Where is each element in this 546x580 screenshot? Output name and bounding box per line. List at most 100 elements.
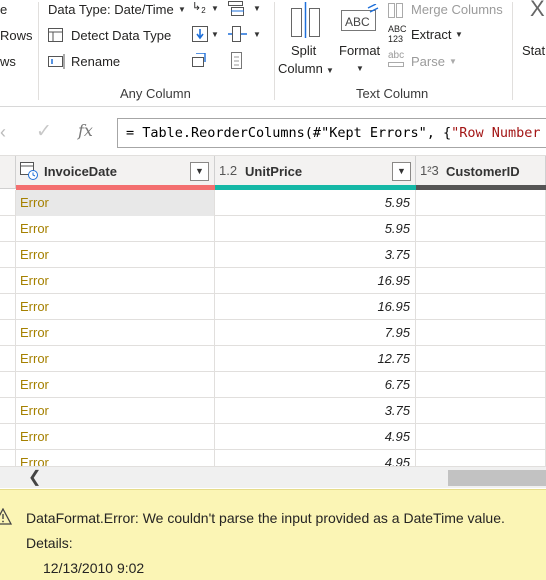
table-row[interactable]: Error 4.95 xyxy=(0,424,546,450)
invoicedate-cell[interactable]: Error xyxy=(16,450,215,466)
formula-bar-edge-icon: ‹ xyxy=(0,122,6,142)
customerid-cell[interactable] xyxy=(416,242,546,268)
invoicedate-cell[interactable]: Error xyxy=(16,294,215,320)
row-index-cell[interactable] xyxy=(0,398,16,424)
rename-label: Rename xyxy=(71,54,121,69)
invoicedate-cell[interactable]: Error xyxy=(16,372,215,398)
horizontal-scrollbar[interactable]: ❮ xyxy=(0,466,546,488)
unitprice-cell[interactable]: 6.75 xyxy=(215,372,416,398)
customerid-cell[interactable] xyxy=(416,294,546,320)
rename-button[interactable]: Rename xyxy=(48,53,148,71)
invoicedate-cell[interactable]: Error xyxy=(16,346,215,372)
column-filter-button[interactable]: ▼ xyxy=(190,162,209,181)
merge-columns-button[interactable]: Merge Columns xyxy=(388,2,508,20)
warning-icon xyxy=(0,508,12,525)
formula-input[interactable]: = Table.ReorderColumns(#"Kept Errors", {… xyxy=(117,118,546,148)
merge-columns-icon xyxy=(388,3,403,18)
chevron-down-icon: ▼ xyxy=(253,30,261,39)
confirm-icon[interactable]: ✓ xyxy=(36,120,52,143)
chevron-down-icon: ▼ xyxy=(449,57,457,66)
data-type-button[interactable]: Data Type: Date/Time ▼ xyxy=(48,2,188,20)
customerid-cell[interactable] xyxy=(416,450,546,466)
fx-icon[interactable]: fx xyxy=(78,121,93,140)
row-index-cell[interactable] xyxy=(0,424,16,450)
unitprice-cell[interactable]: 3.75 xyxy=(215,398,416,424)
pivot-column-button[interactable] xyxy=(192,51,214,71)
unitprice-cell[interactable]: 5.95 xyxy=(215,190,416,216)
table-row[interactable]: Error 16.95 xyxy=(0,268,546,294)
invoicedate-cell[interactable]: Error xyxy=(16,424,215,450)
customerid-cell[interactable] xyxy=(416,346,546,372)
table-row[interactable]: Error 3.75 xyxy=(0,242,546,268)
row-index-cell[interactable] xyxy=(0,268,16,294)
invoicedate-cell[interactable]: Error xyxy=(16,320,215,346)
parse-button[interactable]: abc Parse ▼ xyxy=(388,51,468,72)
customerid-cell[interactable] xyxy=(416,320,546,346)
formula-text: = Table.ReorderColumns(#"Kept Errors", { xyxy=(126,125,452,141)
unitprice-cell[interactable]: 5.95 xyxy=(215,216,416,242)
format-button[interactable]: ABC Format ▼ xyxy=(336,2,384,80)
row-index-cell[interactable] xyxy=(0,294,16,320)
customerid-cell[interactable] xyxy=(416,372,546,398)
ribbon-partial-label-1[interactable]: e xyxy=(0,2,7,17)
format-icon-text: ABC xyxy=(345,15,370,29)
unitprice-cell[interactable]: 4.95 xyxy=(215,424,416,450)
invoicedate-cell[interactable]: Error xyxy=(16,190,215,216)
data-type-label: Data Type: Date/Time xyxy=(48,2,174,17)
invoicedate-cell[interactable]: Error xyxy=(16,398,215,424)
scroll-left-icon[interactable]: ❮ xyxy=(28,467,50,489)
pivot-column-icon xyxy=(192,53,206,67)
row-index-cell[interactable] xyxy=(0,320,16,346)
table-row[interactable]: Error 3.75 xyxy=(0,398,546,424)
row-index-cell[interactable] xyxy=(0,242,16,268)
table-row[interactable]: Error 5.95 xyxy=(0,190,546,216)
row-index-cell[interactable] xyxy=(0,190,16,216)
row-index-cell[interactable] xyxy=(0,216,16,242)
extract-button[interactable]: ABC 123 Extract ▼ xyxy=(388,24,468,47)
statistics-button[interactable]: X Stati xyxy=(520,0,546,70)
row-header-corner[interactable] xyxy=(0,156,16,189)
convert-to-list-button[interactable] xyxy=(231,51,247,71)
invoicedate-cell[interactable]: Error xyxy=(16,242,215,268)
table-row[interactable]: Error 4.95 xyxy=(0,450,546,466)
unitprice-cell[interactable]: 12.75 xyxy=(215,346,416,372)
fill-button[interactable]: ▼ xyxy=(192,25,220,45)
ribbon-partial-label-2[interactable]: Rows xyxy=(0,28,33,43)
unitprice-cell[interactable]: 16.95 xyxy=(215,294,416,320)
split-column-label-2: Column xyxy=(278,61,323,76)
table-row[interactable]: Error 12.75 xyxy=(0,346,546,372)
scrollbar-thumb[interactable] xyxy=(448,470,546,486)
column-header-label: CustomerID xyxy=(446,164,520,179)
customerid-cell[interactable] xyxy=(416,398,546,424)
detect-data-type-button[interactable]: Detect Data Type xyxy=(48,27,188,45)
customerid-cell[interactable] xyxy=(416,424,546,450)
row-index-cell[interactable] xyxy=(0,372,16,398)
invoicedate-cell[interactable]: Error xyxy=(16,268,215,294)
move-button[interactable]: ▼ xyxy=(228,25,262,45)
table-row[interactable]: Error 6.75 xyxy=(0,372,546,398)
unitprice-cell[interactable]: 3.75 xyxy=(215,242,416,268)
group-by-button[interactable]: ▼ xyxy=(228,0,262,20)
customerid-cell[interactable] xyxy=(416,216,546,242)
extract-icon-line2: 123 xyxy=(388,34,404,44)
ribbon-partial-label-3[interactable]: ws xyxy=(0,54,16,69)
row-index-cell[interactable] xyxy=(0,346,16,372)
error-message: DataFormat.Error: We couldn't parse the … xyxy=(26,510,505,526)
unitprice-cell[interactable]: 4.95 xyxy=(215,450,416,466)
split-column-button[interactable]: Split Column ▼ xyxy=(278,2,334,80)
fill-down-icon xyxy=(192,26,208,42)
group-by-icon xyxy=(228,1,244,16)
column-filter-button[interactable]: ▼ xyxy=(392,162,411,181)
table-row[interactable]: Error 16.95 xyxy=(0,294,546,320)
table-row[interactable]: Error 7.95 xyxy=(0,320,546,346)
unitprice-cell[interactable]: 7.95 xyxy=(215,320,416,346)
row-index-cell[interactable] xyxy=(0,450,16,466)
extract-icon-line1: ABC xyxy=(388,24,407,34)
invoicedate-cell[interactable]: Error xyxy=(16,216,215,242)
replace-values-button[interactable]: ↳2 ▼ xyxy=(192,0,220,20)
table-row[interactable]: Error 5.95 xyxy=(0,216,546,242)
rename-icon xyxy=(48,54,65,69)
unitprice-cell[interactable]: 16.95 xyxy=(215,268,416,294)
customerid-cell[interactable] xyxy=(416,268,546,294)
customerid-cell[interactable] xyxy=(416,190,546,216)
